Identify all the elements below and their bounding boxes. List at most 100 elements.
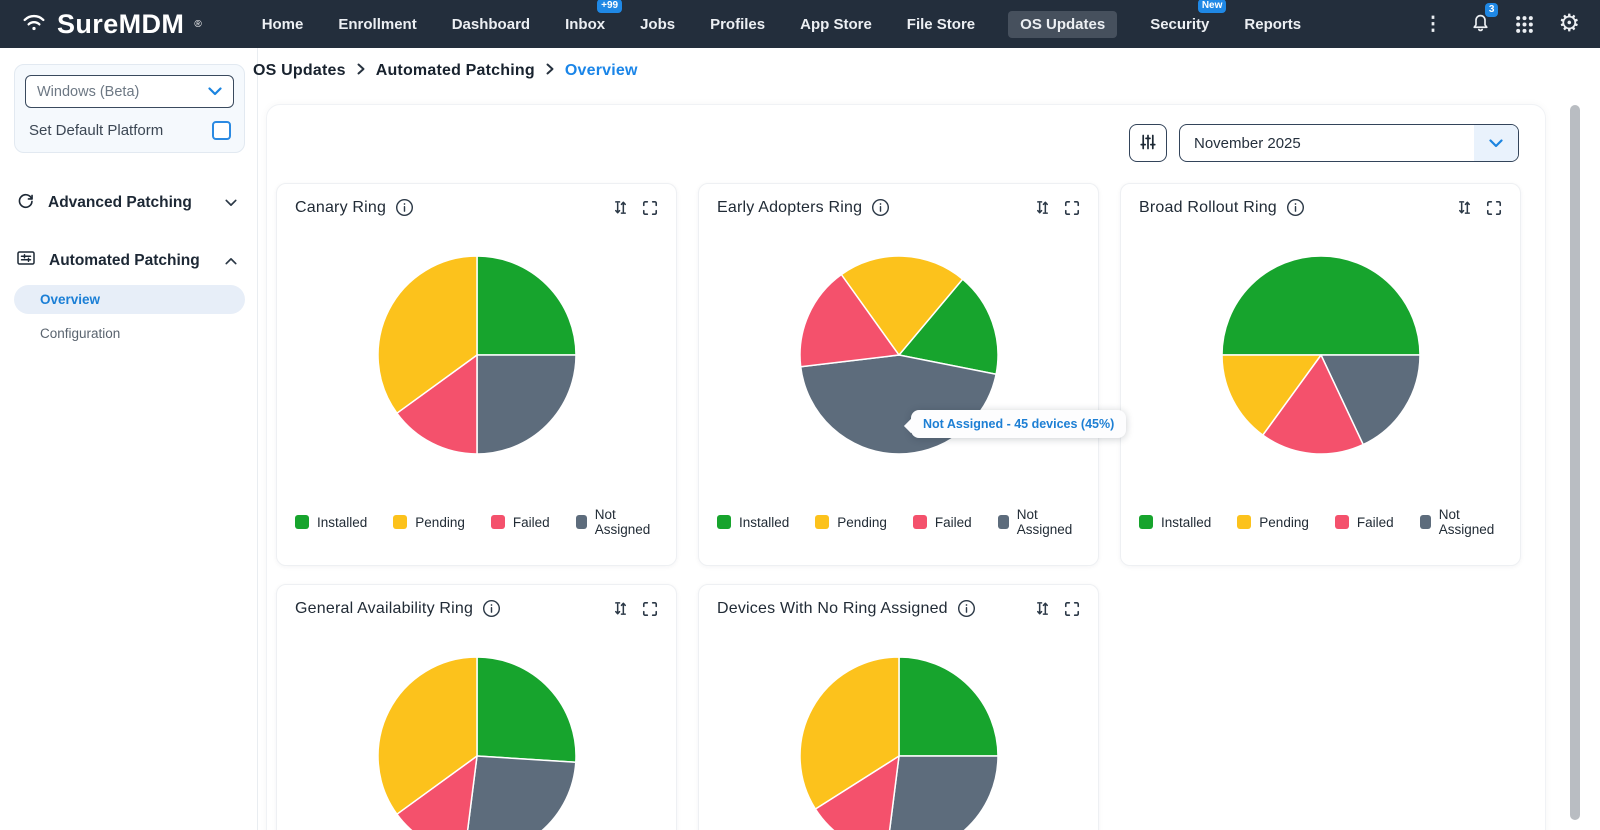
nav-badge-inbox: +99 <box>597 0 623 13</box>
pie-slice-installed[interactable] <box>1220 255 1421 356</box>
sidebar-item-label: Advanced Patching <box>48 194 192 211</box>
nav-item-security[interactable]: Security New <box>1148 0 1227 38</box>
info-icon[interactable] <box>482 599 501 618</box>
nav-item-inbox[interactable]: Inbox +99 <box>563 0 623 38</box>
apps-grid-icon[interactable] <box>1515 15 1534 34</box>
legend-swatch-pending <box>815 515 830 529</box>
pie-slice-installed[interactable] <box>475 255 577 356</box>
chart-title: Devices With No Ring Assigned <box>717 599 948 617</box>
nav-item-app-store[interactable]: App Store <box>798 11 874 38</box>
pie-slice-not-assigned[interactable] <box>475 354 577 455</box>
more-menu-icon[interactable]: ⋮ <box>1419 13 1446 36</box>
breadcrumb-item-automated-patching[interactable]: Automated Patching <box>376 62 535 80</box>
chart-card-canary-ring: Canary Ring Installed Pending Failed Not Ass… <box>276 183 677 566</box>
legend-swatch-not-assigned <box>1419 515 1431 529</box>
legend-swatch-failed <box>490 515 505 529</box>
fullscreen-icon[interactable] <box>642 601 658 617</box>
set-default-platform-checkbox[interactable] <box>212 121 231 140</box>
pie-chart <box>376 255 577 455</box>
chart-card-broad-rollout-ring: Broad Rollout Ring Installed Pending Failed… <box>1120 183 1521 566</box>
chart-card-actions <box>1034 600 1080 617</box>
fullscreen-icon[interactable] <box>642 200 658 216</box>
legend-swatch-pending <box>1237 515 1252 529</box>
toolbar: November 2025 <box>267 105 1545 162</box>
chart-card-actions <box>1456 199 1502 216</box>
nav-item-file-store[interactable]: File Store <box>905 11 977 38</box>
filter-button[interactable] <box>1129 124 1167 162</box>
chart-legend: Installed Pending Failed Not Assigned <box>717 507 1080 537</box>
pie-chart-area <box>1139 255 1502 455</box>
top-nav: SureMDM ® Home Enrollment Dashboard Inbox +99… <box>0 0 1600 48</box>
fullscreen-icon[interactable] <box>1064 200 1080 216</box>
legend-item-installed: Installed <box>1139 507 1211 537</box>
registered-mark: ® <box>194 18 202 30</box>
sidebar-subitem-overview[interactable]: Overview <box>14 285 245 314</box>
fullscreen-icon[interactable] <box>1486 200 1502 216</box>
legend-label: Failed <box>512 514 550 530</box>
chart-title: Broad Rollout Ring <box>1139 198 1277 216</box>
nav-item-reports[interactable]: Reports <box>1242 11 1303 38</box>
pie-slice-installed[interactable] <box>897 656 999 757</box>
chevron-down-icon <box>208 84 222 100</box>
slice-tooltip: Not Assigned - 45 devices (45%) <box>911 410 1127 438</box>
notifications-button[interactable]: 3 <box>1470 2 1499 38</box>
platform-select[interactable]: Windows (Beta) <box>25 75 234 108</box>
sort-icon[interactable] <box>1456 199 1473 216</box>
pie-chart <box>1220 255 1421 455</box>
settings-gear-icon[interactable]: ⚙ <box>1558 12 1580 36</box>
chart-card-general-availability-ring: General Availability RingInstalledPendin… <box>276 584 677 830</box>
breadcrumb-item-overview[interactable]: Overview <box>565 62 638 80</box>
fullscreen-icon[interactable] <box>1064 601 1080 617</box>
nav-item-dashboard[interactable]: Dashboard <box>450 11 532 38</box>
nav-item-profiles[interactable]: Profiles <box>708 11 767 38</box>
info-icon[interactable] <box>957 599 976 618</box>
sort-icon[interactable] <box>1034 600 1051 617</box>
pie-slice-not-assigned[interactable] <box>799 354 997 455</box>
chart-card-early-adopters-ring: Early Adopters Ring Installed Pending Faile… <box>698 183 1127 566</box>
pie-chart <box>376 656 577 830</box>
pie-slice-not-assigned[interactable] <box>886 755 999 830</box>
month-select[interactable]: November 2025 <box>1179 124 1519 162</box>
breadcrumb-item-os-updates[interactable]: OS Updates <box>253 62 346 80</box>
platform-select-value: Windows (Beta) <box>37 83 140 100</box>
info-icon[interactable] <box>871 198 890 217</box>
legend-item-installed: Installed <box>295 507 367 537</box>
sidebar-item-automated-patching[interactable]: Automated Patching <box>16 248 237 273</box>
legend-label: Pending <box>837 514 887 530</box>
nav-item-home[interactable]: Home <box>260 11 306 38</box>
sort-icon[interactable] <box>612 600 629 617</box>
scrollbar-thumb[interactable] <box>1570 105 1580 820</box>
pie-chart-area <box>717 656 1080 830</box>
legend-item-not-assigned: Not Assigned <box>1419 507 1502 537</box>
sidebar-subitem-configuration[interactable]: Configuration <box>14 319 245 348</box>
brand-logo[interactable]: SureMDM ® <box>20 9 202 40</box>
info-icon[interactable] <box>1286 198 1305 217</box>
filter-sliders-icon <box>1138 132 1158 155</box>
chart-title: General Availability Ring <box>295 599 474 617</box>
sort-icon[interactable] <box>612 199 629 216</box>
info-icon[interactable] <box>395 198 414 217</box>
wifi-logo-icon <box>20 10 48 39</box>
chart-card-header: Canary Ring <box>295 198 658 217</box>
chart-title: Canary Ring <box>295 198 387 216</box>
nav-item-jobs[interactable]: Jobs <box>638 11 677 38</box>
legend-label: Failed <box>1356 514 1394 530</box>
month-select-value: November 2025 <box>1194 134 1301 152</box>
set-default-platform-label: Set Default Platform <box>29 122 164 139</box>
chart-card-header: Devices With No Ring Assigned <box>717 599 1080 618</box>
legend-item-pending: Pending <box>1237 507 1309 537</box>
pie-slice-installed[interactable] <box>475 656 577 763</box>
nav-item-enrollment[interactable]: Enrollment <box>336 11 418 38</box>
pie-chart-area <box>295 255 658 455</box>
sidebar-item-advanced-patching[interactable]: Advanced Patching <box>16 191 237 215</box>
legend-swatch-not-assigned <box>997 515 1009 529</box>
scrollbar-track[interactable] <box>1570 100 1580 830</box>
refresh-icon <box>16 191 35 215</box>
chart-card-actions <box>612 600 658 617</box>
chevron-down-icon <box>225 194 237 212</box>
legend-swatch-installed <box>717 515 731 529</box>
nav-badge-security: New <box>1197 0 1227 13</box>
nav-item-os-updates[interactable]: OS Updates <box>1008 10 1118 38</box>
sort-icon[interactable] <box>1034 199 1051 216</box>
pie-slice-not-assigned[interactable] <box>464 755 577 830</box>
